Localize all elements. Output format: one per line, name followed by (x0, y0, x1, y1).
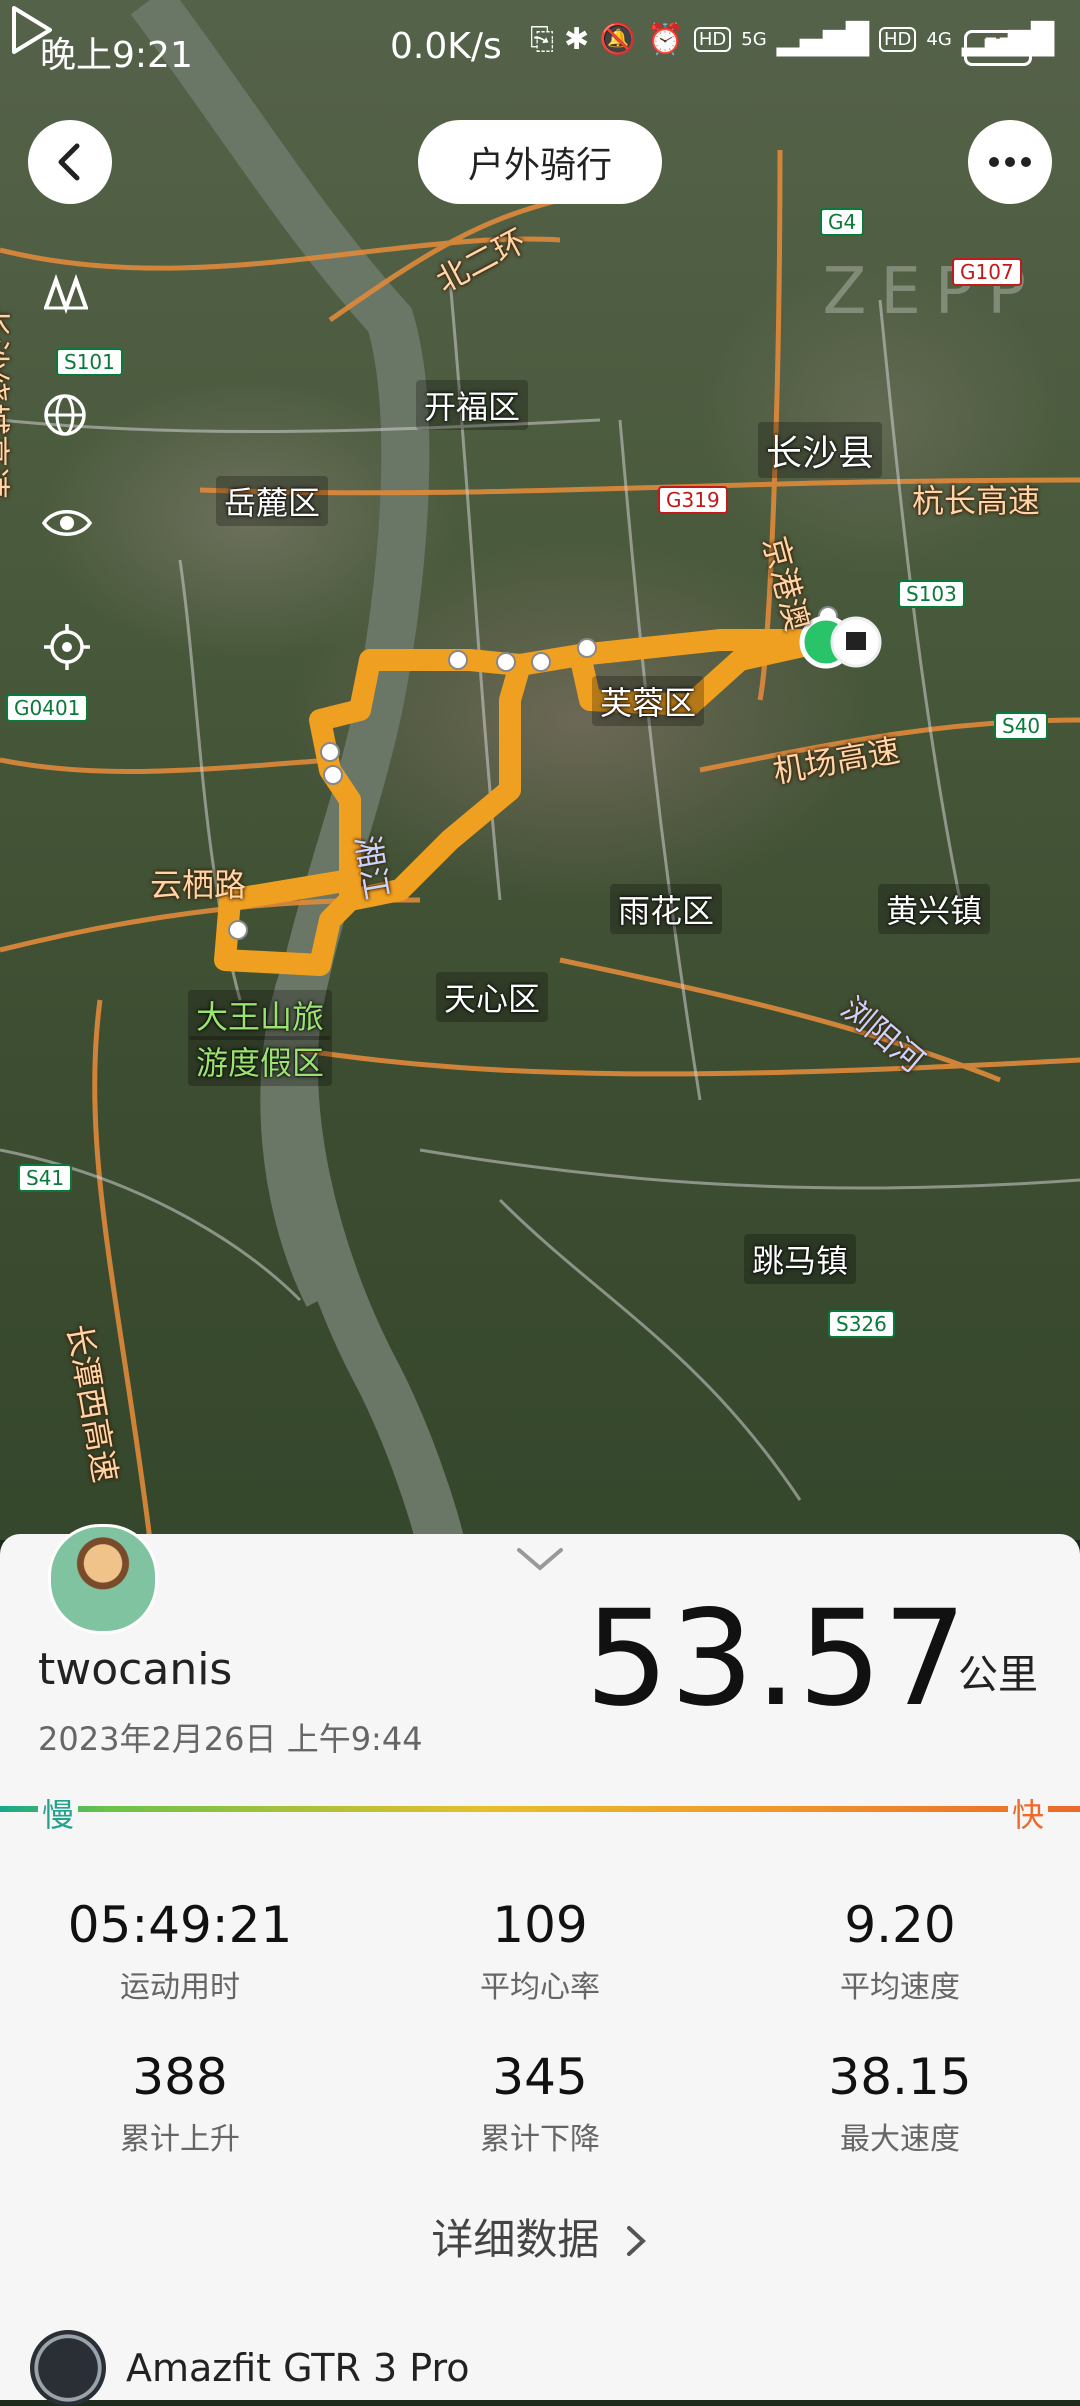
hd-icon-2: HD (878, 27, 917, 52)
layers-icon[interactable] (42, 274, 102, 334)
stat-total-ascent: 388 累计上升 (30, 2048, 330, 2158)
map-graphics (0, 0, 1080, 1540)
status-time: 晚上9:21 (40, 35, 193, 76)
stat-total-descent: 345 累计下降 (390, 2048, 690, 2158)
road-label-hangchang: 杭长高速 (912, 482, 1041, 520)
map-label-tiaoma: 跳马镇 (744, 1234, 857, 1284)
stat-duration: 05:49:21 运动用时 (30, 1896, 330, 2006)
avatar[interactable] (48, 1524, 158, 1634)
back-button[interactable] (28, 120, 112, 204)
road-label-yunqi: 云栖路 (150, 866, 247, 904)
stat-label: 累计下降 (480, 2122, 600, 2157)
locate-icon[interactable] (42, 622, 102, 682)
shield-s103: S103 (898, 580, 965, 608)
stat-label: 平均心率 (480, 1970, 600, 2005)
watch-icon (30, 2330, 106, 2406)
shield-s40: S40 (994, 712, 1049, 740)
map-label-kaifu: 开福区 (416, 380, 529, 430)
stat-value: 109 (492, 1896, 588, 1954)
alarm-icon: ⏰ (646, 22, 684, 57)
map-label-changsha-county: 长沙县 (758, 422, 883, 478)
stat-label: 平均速度 (840, 1970, 960, 2005)
stat-value: 345 (492, 2048, 588, 2106)
map-label-dawang-1: 大王山旅 (188, 990, 333, 1040)
shield-s41: S41 (18, 1164, 73, 1192)
pace-slow-label: 慢 (38, 1790, 79, 1836)
stat-avg-speed: 9.20 平均速度 (750, 1896, 1050, 2006)
pace-fast-label: 快 (1008, 1790, 1049, 1836)
battery-icon: 77 (964, 30, 1032, 66)
distance-unit: 公里 (958, 1652, 1038, 1698)
stat-value: 05:49:21 (67, 1896, 293, 1954)
collapse-chevron-icon[interactable] (515, 1544, 565, 1574)
stat-max-speed: 38.15 最大速度 (750, 2048, 1050, 2158)
more-dots-icon (989, 157, 1031, 167)
activity-datetime: 2023年2月26日 上午9:44 (38, 1720, 423, 1758)
detailed-data-link[interactable]: 详细数据 (0, 2206, 1080, 2267)
route-map[interactable]: ZEPP 开福区 岳麓区 长沙县 芙蓉区 雨花区 天心区 黄兴镇 跳马镇 大王山… (0, 0, 1080, 1540)
more-button[interactable] (968, 120, 1052, 204)
map-label-yuelu: 岳麓区 (216, 476, 329, 526)
signal-icon: ▂▄▆█ (776, 22, 869, 57)
distance-value: 53.57 (585, 1582, 968, 1736)
stat-value: 9.20 (844, 1896, 956, 1954)
mute-icon: 🔕 (599, 22, 637, 57)
activity-type-title[interactable]: 户外骑行 (418, 120, 662, 204)
stat-avg-heart-rate: 109 平均心率 (390, 1896, 690, 2006)
shield-g0401: G0401 (6, 694, 89, 722)
device-name: Amazfit GTR 3 Pro (126, 2346, 470, 2390)
chevron-right-icon (626, 2226, 646, 2256)
stat-label: 累计上升 (120, 2122, 240, 2157)
summary-panel: twocanis 2023年2月26日 上午9:44 53.57 公里 慢 快 … (0, 1524, 1080, 2406)
device-row[interactable]: Amazfit GTR 3 Pro (30, 2330, 469, 2406)
road-label-changshaluo: 长沙绕城高速 (0, 306, 14, 500)
chevron-left-icon (58, 143, 80, 181)
shield-s101: S101 (56, 348, 123, 376)
status-net-speed: 0.0K/s (390, 26, 502, 67)
map-label-furong: 芙蓉区 (592, 676, 705, 726)
map-label-tianxin: 天心区 (436, 972, 549, 1022)
shield-g4: G4 (820, 208, 865, 236)
map-label-dawang-2: 游度假区 (188, 1036, 333, 1086)
shield-g319: G319 (658, 486, 728, 514)
map-label-yuhua: 雨花区 (610, 884, 723, 934)
hd-icon: HD (693, 27, 732, 52)
detailed-data-label: 详细数据 (431, 2215, 600, 2264)
map-label-huangxing: 黄兴镇 (878, 884, 991, 934)
nfc-icon: ⎘ (530, 22, 554, 57)
stat-value: 38.15 (828, 2048, 972, 2106)
stat-label: 最大速度 (840, 2122, 960, 2157)
pace-gradient-bar (0, 1806, 1080, 1812)
major-roads (0, 149, 1080, 1540)
signal-4g-label: 4G (926, 29, 952, 50)
bluetooth-icon: ✱ (564, 22, 590, 57)
globe-icon[interactable] (42, 392, 102, 452)
status-bar: 晚上9:21 0.0K/s ⎘ ✱ 🔕 ⏰ HD 5G ▂▄▆█ HD 4G ▂… (0, 0, 1080, 96)
shield-s326: S326 (828, 1310, 895, 1338)
username: twocanis (38, 1644, 233, 1695)
stat-label: 运动用时 (120, 1970, 240, 2005)
shield-g107: G107 (952, 258, 1022, 286)
stat-value: 388 (132, 2048, 228, 2106)
eye-icon[interactable] (42, 506, 102, 566)
signal-5g-label: 5G (741, 29, 767, 50)
